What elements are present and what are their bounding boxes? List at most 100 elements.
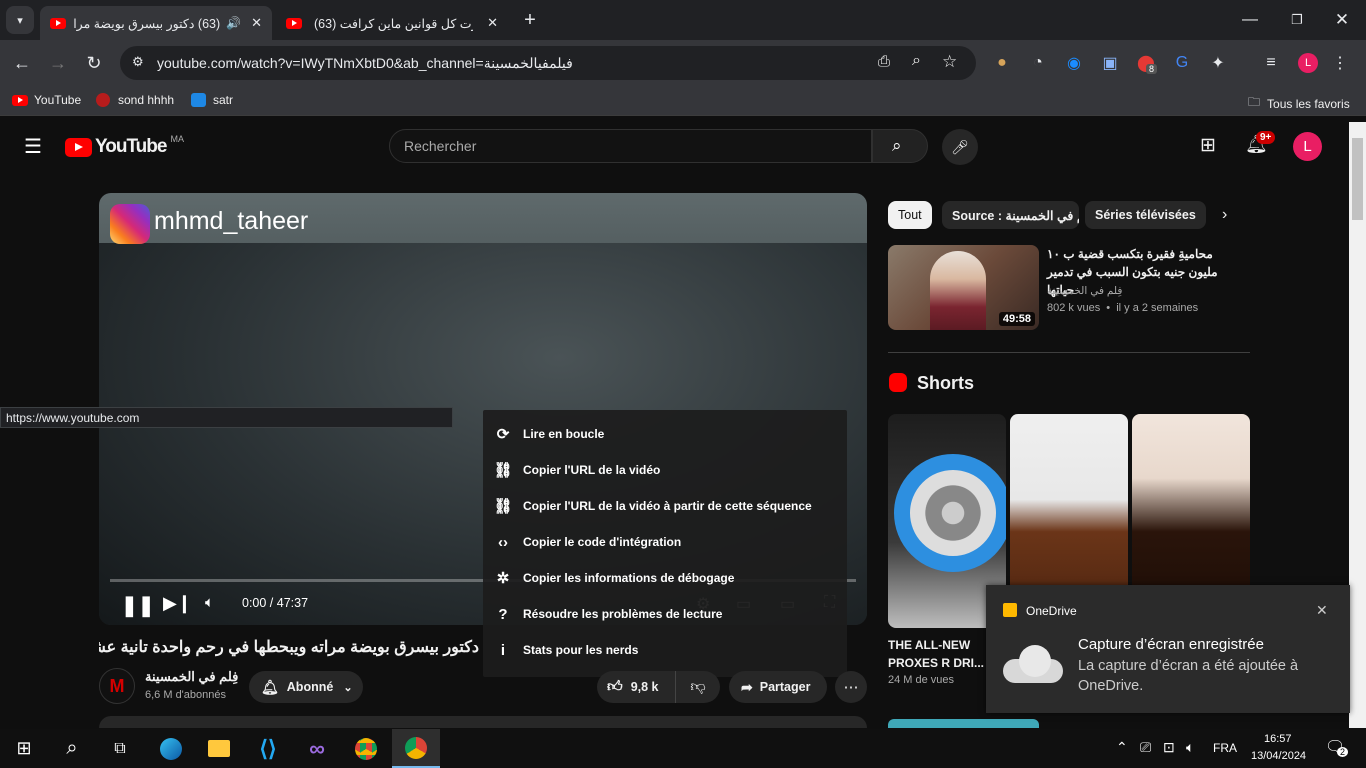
- channel-avatar[interactable]: M: [99, 668, 135, 704]
- notifications-bell-icon[interactable]: 🔔︎ 9+: [1245, 131, 1276, 155]
- page-scrollbar[interactable]: [1349, 122, 1366, 728]
- chip-source[interactable]: Source : فِلم في الخمسينة: [942, 201, 1079, 229]
- scrollbar-thumb[interactable]: [1352, 138, 1363, 220]
- search-button[interactable]: ⌕: [872, 129, 928, 163]
- search-taskbar-button[interactable]: ⌕: [48, 729, 96, 768]
- context-menu-item[interactable]: ⛓ Copier l'URL de la vidéo à partir de ce…: [483, 488, 847, 524]
- bookmark-sond[interactable]: sond hhhh: [96, 93, 174, 107]
- recommended-thumbnail[interactable]: 49:58: [888, 245, 1039, 330]
- cookie-extension-icon[interactable]: ●: [988, 49, 1016, 77]
- recommended-age: il y a 2 semaines: [1116, 302, 1199, 314]
- search-input[interactable]: Rechercher: [389, 129, 872, 163]
- context-menu-item[interactable]: ✲ Copier les informations de débogage: [483, 560, 847, 596]
- document-extension-icon[interactable]: ▣: [1096, 49, 1124, 77]
- clock-date[interactable]: 13/04/2024: [1251, 750, 1306, 762]
- restore-button[interactable]: ❐: [1283, 6, 1311, 34]
- speaker-icon[interactable]: 🔊: [226, 16, 241, 30]
- more-icon: ⋯: [843, 679, 859, 696]
- new-tab-button[interactable]: +: [516, 6, 544, 34]
- shazam-extension-icon[interactable]: ◉: [1060, 49, 1088, 77]
- task-view-button[interactable]: ⧉: [96, 729, 144, 768]
- country-code: MA: [170, 134, 184, 144]
- chip-next-icon[interactable]: ›: [1222, 206, 1227, 224]
- onedrive-toast[interactable]: OneDrive ✕ Capture d’écran enregistrée L…: [986, 585, 1350, 713]
- address-url[interactable]: youtube.com/watch?v=IWyTNmXbtD0&ab_chann…: [157, 55, 573, 72]
- guide-menu-icon[interactable]: ☰: [24, 134, 42, 159]
- clock-time[interactable]: 16:57: [1264, 733, 1292, 745]
- pause-icon[interactable]: ❚❚: [121, 593, 155, 618]
- context-menu-item[interactable]: ? Résoudre les problèmes de lecture: [483, 596, 847, 632]
- bookmarks-bar: YouTube sond hhhh satr 🗀 Tous les favori…: [0, 86, 1366, 116]
- youtube-logo[interactable]: YouTube MA: [65, 134, 184, 158]
- minimize-button[interactable]: —: [1236, 6, 1264, 34]
- channel-name[interactable]: فِلم في الخمسينة: [145, 669, 238, 685]
- site-info-icon[interactable]: ⚙: [132, 54, 144, 70]
- description-box[interactable]: [99, 716, 867, 728]
- forward-button[interactable]: →: [44, 49, 72, 77]
- like-button[interactable]: 👍︎ 9,8 k: [597, 671, 675, 703]
- youtube-logo-text: YouTube: [95, 136, 167, 157]
- account-avatar[interactable]: L: [1293, 132, 1322, 161]
- translate-extension-icon[interactable]: G: [1168, 49, 1196, 77]
- tab-search-button[interactable]: ▾: [6, 6, 34, 34]
- edge-taskbar-button[interactable]: [147, 729, 195, 768]
- chrome-taskbar-button[interactable]: [342, 729, 390, 768]
- tray-chevron-icon[interactable]: ⌃: [1116, 739, 1128, 756]
- chrome-menu-icon[interactable]: ⋮: [1326, 49, 1354, 77]
- vscode-taskbar-button[interactable]: ⟨⟩: [244, 729, 292, 768]
- context-menu-item[interactable]: ‹› Copier le code d'intégration: [483, 524, 847, 560]
- visual-studio-taskbar-button[interactable]: ∞: [293, 729, 341, 768]
- context-menu-label: Copier le code d'intégration: [523, 535, 682, 549]
- tray-device-icon[interactable]: ⎚: [1140, 739, 1151, 756]
- toast-body: La capture d’écran a été ajoutée à OneDr…: [1078, 658, 1299, 694]
- media-controls-icon[interactable]: ≡: [1257, 49, 1285, 77]
- context-menu-item[interactable]: i Stats pour les nerds: [483, 632, 847, 668]
- explorer-taskbar-button[interactable]: [195, 729, 243, 768]
- browser-toolbar: ← → ↻ ⚙ youtube.com/watch?v=IWyTNmXbtD0&…: [0, 40, 1366, 86]
- toast-app-name: OneDrive: [1026, 604, 1077, 618]
- network-icon[interactable]: ⊡: [1163, 739, 1175, 756]
- adblock-extension-icon[interactable]: ⬤ 8: [1132, 49, 1160, 77]
- voice-search-button[interactable]: 🎤︎: [942, 129, 978, 165]
- profile-avatar[interactable]: L: [1298, 53, 1318, 73]
- create-video-icon[interactable]: ⊞: [1200, 134, 1216, 157]
- bookmark-youtube[interactable]: YouTube: [12, 93, 81, 107]
- tab-close-icon[interactable]: ✕: [251, 15, 262, 31]
- tab-inactive[interactable]: (63) كسرت كل قوانين ماين كرافت ✕: [276, 6, 508, 40]
- chrome-profile-taskbar-button[interactable]: [392, 729, 440, 768]
- speedometer-extension-icon[interactable]: ◔: [1024, 49, 1052, 77]
- more-actions-button[interactable]: ⋯: [835, 671, 867, 703]
- volume-tray-icon[interactable]: 🔈︎: [1186, 739, 1194, 756]
- extensions-puzzle-icon[interactable]: ✦: [1204, 49, 1232, 77]
- chevron-down-icon: ⌄: [343, 681, 353, 694]
- subscriber-count: 6,6 M d'abonnés: [145, 689, 226, 701]
- next-icon[interactable]: ▶❙: [163, 593, 192, 614]
- chip-tv-series[interactable]: Séries télévisées: [1085, 201, 1206, 229]
- address-bar[interactable]: ⚙ youtube.com/watch?v=IWyTNmXbtD0&ab_cha…: [120, 46, 976, 80]
- chip-all[interactable]: Tout: [888, 201, 932, 229]
- tab-active[interactable]: (63) دكتور بيسرق بويضة مراته 🔊 ✕: [40, 6, 272, 40]
- start-button[interactable]: ⊞: [0, 729, 48, 768]
- youtube-favicon-icon: [286, 17, 302, 29]
- all-favorites-folder[interactable]: 🗀 Tous les favoris: [1248, 93, 1350, 114]
- bookmark-satr[interactable]: satr: [191, 93, 233, 107]
- close-window-button[interactable]: ✕: [1328, 6, 1356, 34]
- reload-button[interactable]: ↻: [80, 49, 108, 77]
- bookmark-star-icon[interactable]: ☆: [942, 52, 957, 72]
- share-button[interactable]: ➦ Partager: [729, 671, 827, 703]
- recommended-channel[interactable]: فِلم في الخمسينة: [1047, 285, 1122, 297]
- short-title[interactable]: THE ALL-NEW PROXES R DRI...: [888, 636, 988, 672]
- tab-close-icon[interactable]: ✕: [487, 15, 498, 31]
- toast-close-icon[interactable]: ✕: [1316, 602, 1328, 619]
- subscribed-button[interactable]: 🔔︎ Abonné ⌄: [249, 671, 363, 703]
- back-button[interactable]: ←: [8, 49, 36, 77]
- tab-title: (63) كسرت كل قوانين ماين كرافت: [314, 16, 473, 31]
- input-language[interactable]: FRA: [1213, 741, 1237, 755]
- install-app-icon[interactable]: ⎙: [878, 53, 890, 70]
- context-menu-item[interactable]: ⛓ Copier l'URL de la vidéo: [483, 452, 847, 488]
- volume-icon[interactable]: 🔈︎: [205, 594, 214, 611]
- dislike-button[interactable]: 👎︎: [675, 671, 720, 703]
- zoom-icon[interactable]: ⌕: [912, 52, 921, 70]
- context-menu-item[interactable]: ⟳ Lire en boucle: [483, 416, 847, 452]
- next-thumbnail[interactable]: [888, 719, 1039, 728]
